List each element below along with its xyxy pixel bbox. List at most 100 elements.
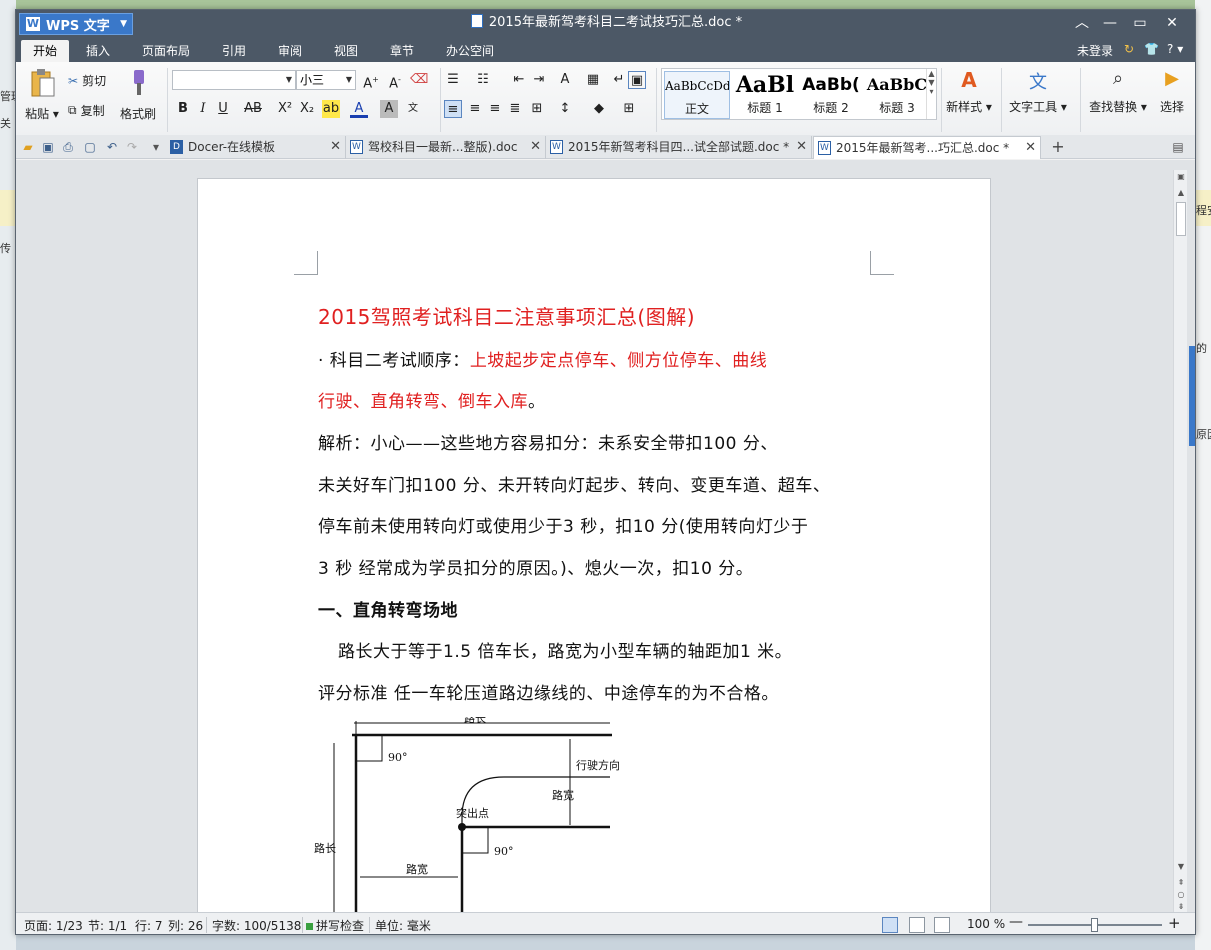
tab-document-active[interactable]: W 2015年最新驾考...巧汇总.doc * ✕ — [813, 136, 1041, 159]
new-tab-icon[interactable]: + — [1050, 139, 1066, 155]
minimize-button[interactable]: — — [1094, 10, 1126, 36]
font-color-icon[interactable]: A — [350, 100, 368, 118]
copy-button[interactable]: ⧉ 复制 — [68, 102, 105, 119]
tab-docer-templates[interactable]: D Docer-在线模板 ✕ — [166, 136, 346, 159]
align-left-icon[interactable]: ≡ — [444, 100, 462, 118]
tab-document[interactable]: W 驾校科目一最新...整版).doc ✕ — [346, 136, 546, 159]
tab-document[interactable]: W 2015年新驾考科目四...试全部试题.doc * ✕ — [546, 136, 812, 159]
spell-check[interactable]: 拼写检查 — [306, 917, 364, 934]
align-right-icon[interactable]: ≡ — [486, 100, 504, 118]
table-icon[interactable]: ▦ — [584, 71, 602, 89]
style-heading-3[interactable]: AaBbC 标题 3 — [864, 71, 930, 119]
zoom-in-button[interactable]: + — [1168, 914, 1181, 932]
show-marks-icon[interactable]: ▣ — [628, 71, 646, 89]
scroll-up-icon[interactable]: ▲ — [1174, 188, 1188, 197]
help-button[interactable]: ? ▾ — [1167, 42, 1183, 56]
subscript-icon[interactable]: X₂ — [298, 100, 316, 118]
strikethrough-icon[interactable]: AB — [242, 100, 264, 118]
close-tab-icon[interactable]: ✕ — [796, 136, 807, 158]
style-heading-1[interactable]: AaBl 标题 1 — [732, 71, 798, 119]
select-browse-icon[interactable]: ○ — [1174, 890, 1188, 899]
open-folder-icon[interactable]: ▰ — [20, 139, 36, 155]
close-button[interactable]: ✕ — [1156, 10, 1188, 36]
italic-icon[interactable]: I — [194, 100, 212, 118]
zoom-level[interactable]: 100 % — [967, 917, 1005, 931]
maximize-button[interactable]: ▭ — [1124, 10, 1156, 36]
font-name-combo[interactable]: ▼ — [172, 70, 296, 90]
background-text: 原因 — [1196, 428, 1211, 441]
increase-indent-icon[interactable]: ⇥ — [530, 71, 548, 89]
wps-menu-button[interactable]: W WPS 文字 ▼ — [19, 13, 133, 35]
document-page[interactable]: 2015驾照考试科目二注意事项汇总(图解) · 科目二考试顺序：上坡起步定点停车… — [197, 178, 991, 928]
bold-icon[interactable]: B — [174, 100, 192, 118]
justify-icon[interactable]: ≣ — [506, 100, 524, 118]
close-tab-icon[interactable]: ✕ — [330, 136, 341, 158]
text-tools-button[interactable]: 文 文字工具 ▾ — [1006, 68, 1070, 115]
superscript-icon[interactable]: X² — [276, 100, 294, 118]
distributed-icon[interactable]: ⊞ — [528, 100, 546, 118]
next-page-icon[interactable]: ⇟ — [1174, 902, 1188, 911]
cut-button[interactable]: ✂ 剪切 — [68, 72, 106, 89]
scrollbar-thumb[interactable] — [1176, 202, 1186, 236]
line-spacing-icon[interactable]: ↕ — [556, 100, 574, 118]
style-normal[interactable]: AaBbCcDd 正文 — [664, 71, 730, 119]
font-size-combo[interactable]: 小三 ▼ — [296, 70, 356, 90]
save-icon[interactable]: ▣ — [40, 139, 56, 155]
tab-insert[interactable]: 插入 — [74, 40, 122, 62]
phonetic-guide-icon[interactable]: 文 — [404, 100, 422, 118]
paste-button[interactable]: 粘贴 ▾ — [22, 68, 62, 122]
select-button[interactable]: ▶ 选择 — [1152, 68, 1192, 115]
zoom-out-button[interactable]: — — [1009, 914, 1023, 930]
redo-icon[interactable]: ↷ — [124, 139, 140, 155]
scroll-top-icon[interactable]: ▣ — [1174, 172, 1188, 181]
sync-icon[interactable]: ↻ — [1124, 42, 1134, 56]
tab-list-icon[interactable]: ▤ — [1170, 139, 1186, 155]
scroll-down-icon[interactable]: ▼ — [1174, 862, 1188, 871]
new-style-button[interactable]: A 新样式 ▾ — [941, 68, 997, 115]
format-painter-button[interactable]: 格式刷 — [118, 68, 158, 122]
prev-page-icon[interactable]: ⇞ — [1174, 878, 1188, 887]
borders-icon[interactable]: ⊞ — [620, 100, 638, 118]
paragraph-mark-icon[interactable]: ↵ — [610, 71, 628, 89]
undo-icon[interactable]: ↶ — [104, 139, 120, 155]
underline-icon[interactable]: U — [214, 100, 232, 118]
tab-chapter[interactable]: 章节 — [378, 40, 426, 62]
align-center-icon[interactable]: ≡ — [466, 100, 484, 118]
side-panel-toggle[interactable] — [1189, 346, 1195, 446]
highlight-icon[interactable]: ab — [322, 100, 340, 118]
style-heading-2[interactable]: AaBb( 标题 2 — [798, 71, 864, 119]
page-indicator[interactable]: 页面: 1/23 — [24, 917, 83, 934]
close-tab-icon[interactable]: ✕ — [530, 136, 541, 158]
tab-view[interactable]: 视图 — [322, 40, 370, 62]
numbering-icon[interactable]: ☷ — [474, 71, 492, 89]
tab-home[interactable]: 开始 — [21, 40, 70, 62]
text-direction-icon[interactable]: A — [556, 71, 574, 89]
login-status[interactable]: 未登录 — [1077, 42, 1113, 59]
skin-icon[interactable]: 👕 — [1144, 42, 1159, 56]
styles-scroll[interactable]: ▲ ▼ ▾ — [926, 69, 936, 119]
vertical-scrollbar[interactable]: ▣ ▲ ▼ ⇞ ○ ⇟ — [1173, 170, 1187, 914]
grow-font-icon[interactable]: A+ — [362, 71, 380, 91]
bullets-icon[interactable]: ☰ — [444, 71, 462, 89]
quick-access-dropdown-icon[interactable]: ▾ — [148, 139, 164, 155]
tab-review[interactable]: 审阅 — [266, 40, 314, 62]
tab-office-space[interactable]: 办公空间 — [434, 40, 506, 62]
clear-format-icon[interactable]: ⌫ — [410, 71, 428, 89]
shading-icon[interactable]: ◆ — [590, 100, 608, 118]
tab-page-layout[interactable]: 页面布局 — [130, 40, 202, 62]
char-shading-icon[interactable]: A — [380, 100, 398, 118]
close-tab-icon[interactable]: ✕ — [1025, 137, 1036, 159]
print-preview-icon[interactable]: ▢ — [82, 139, 98, 155]
outline-view-button[interactable] — [909, 917, 925, 933]
decrease-indent-icon[interactable]: ⇤ — [510, 71, 528, 89]
tab-references[interactable]: 引用 — [210, 40, 258, 62]
document-tab-bar: ▰ ▣ ⎙ ▢ ↶ ↷ ▾ D Docer-在线模板 ✕ W 驾校科目一最新...… — [16, 135, 1195, 159]
shrink-font-icon[interactable]: A- — [386, 71, 404, 91]
word-count[interactable]: 字数: 100/5138 — [212, 917, 301, 934]
page-view-button[interactable] — [882, 917, 898, 933]
web-view-button[interactable] — [934, 917, 950, 933]
print-icon[interactable]: ⎙ — [60, 139, 76, 155]
unit-indicator: 单位: 毫米 — [375, 919, 431, 933]
zoom-slider-thumb[interactable] — [1091, 918, 1098, 932]
find-replace-button[interactable]: ⌕ 查找替换 ▾ — [1086, 68, 1150, 115]
